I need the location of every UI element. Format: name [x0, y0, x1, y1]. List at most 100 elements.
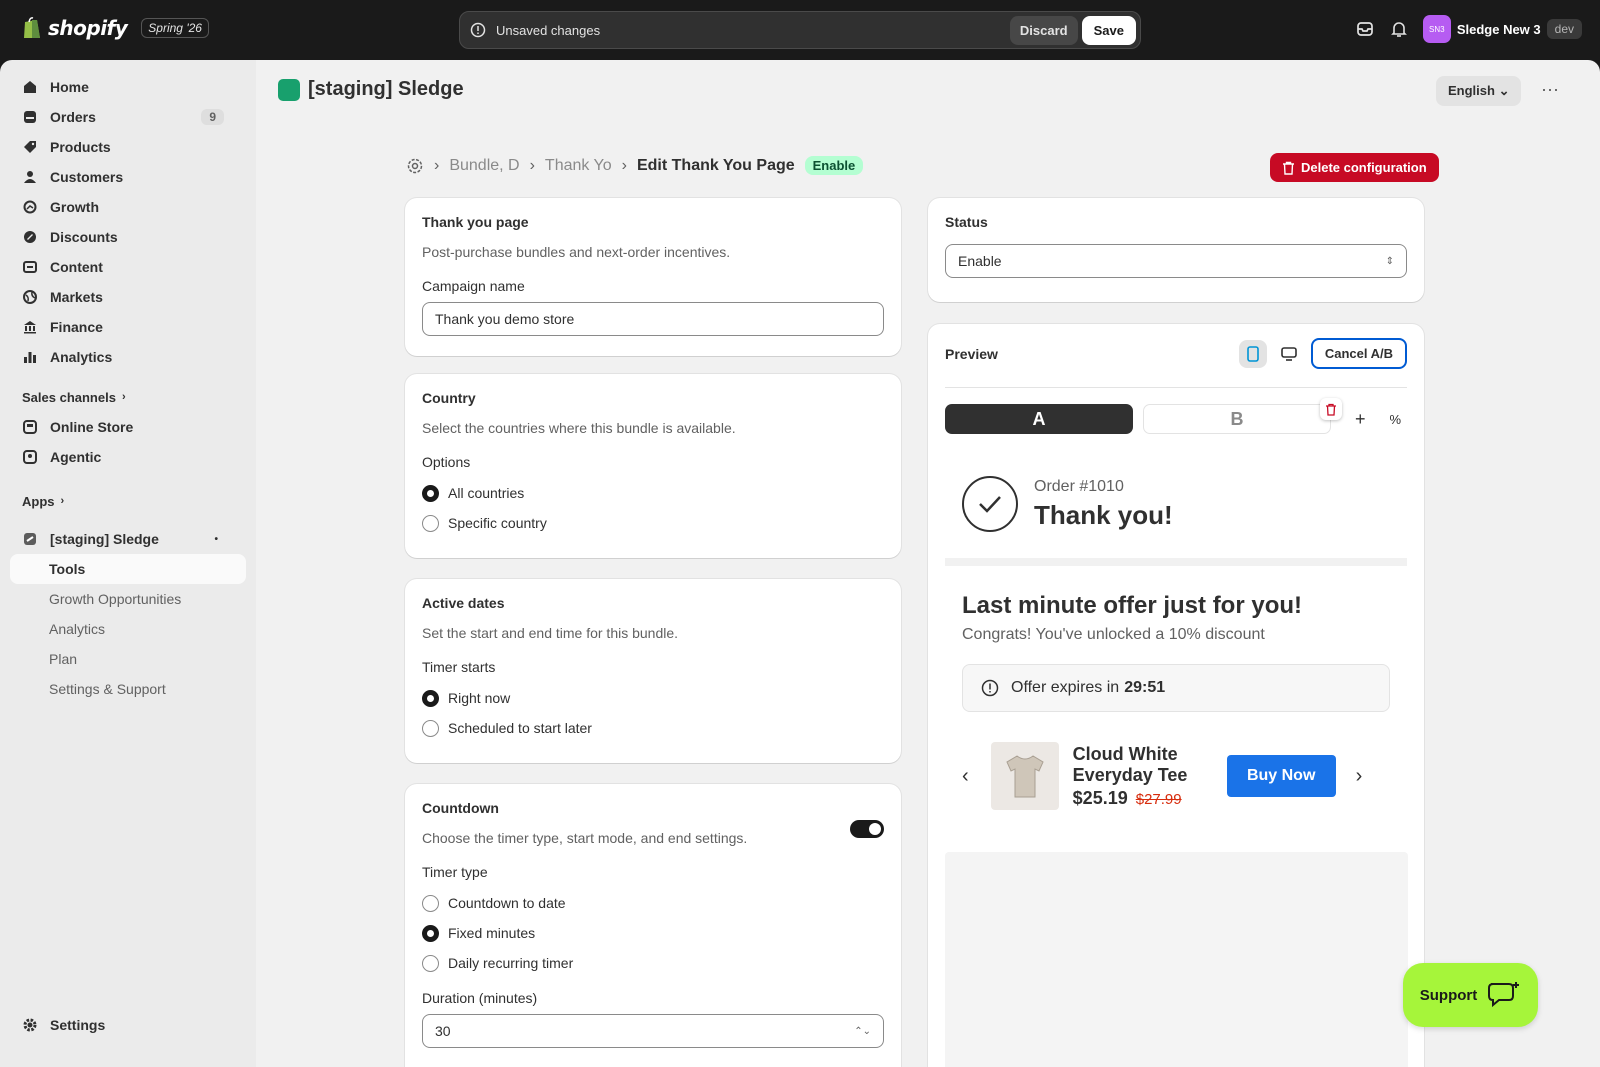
radio-scheduled[interactable]: Scheduled to start later — [422, 713, 884, 743]
radio-selected[interactable] — [422, 484, 439, 502]
card-title: Country — [422, 390, 476, 406]
content-icon — [22, 259, 38, 275]
sidebar-item-settings[interactable]: Settings — [0, 1010, 256, 1040]
language-select[interactable]: English ⌄ — [1436, 76, 1522, 106]
sidebar-subitem-growth-opportunities[interactable]: Growth Opportunities — [0, 584, 256, 614]
more-actions-icon[interactable]: ⋯ — [1541, 80, 1559, 101]
sales-channels-header[interactable]: Sales channels › — [0, 382, 256, 412]
inbox-icon[interactable] — [1355, 19, 1375, 39]
chevron-right-icon: › — [434, 156, 440, 174]
trash-icon — [1326, 403, 1336, 416]
radio-fixed-minutes[interactable]: Fixed minutes — [422, 918, 884, 948]
sidebar-item-label: Content — [50, 259, 103, 275]
radio-selected[interactable] — [422, 689, 439, 707]
stepper-arrows-icon[interactable]: ⌃⌄ — [854, 1026, 871, 1037]
order-confirmation: Order #1010 Thank you! — [962, 476, 1407, 532]
sidebar-item-label: Customers — [50, 169, 124, 185]
sidebar-subitem-analytics[interactable]: Analytics — [0, 614, 256, 644]
divider — [945, 558, 1407, 566]
variant-b-tab[interactable]: B — [1143, 404, 1331, 434]
sidebar-item-analytics[interactable]: Analytics — [0, 342, 256, 372]
save-button[interactable]: Save — [1081, 15, 1136, 45]
chevron-right-icon[interactable]: › — [1356, 765, 1363, 788]
split-percent-icon[interactable]: % — [1390, 412, 1402, 427]
variant-a-tab[interactable]: A — [945, 404, 1133, 434]
sidebar-item-content[interactable]: Content — [0, 252, 256, 282]
bell-icon[interactable] — [1389, 19, 1409, 39]
sidebar: Home Orders 9 Products Customers Growth D… — [0, 60, 256, 1067]
chat-bubbles-icon — [1488, 982, 1520, 1008]
sidebar-item-growth[interactable]: Growth — [0, 192, 256, 222]
bank-icon — [22, 319, 38, 335]
mobile-view-button[interactable] — [1238, 339, 1267, 368]
chevron-right-icon: › — [60, 495, 65, 507]
sidebar-item-discounts[interactable]: Discounts — [0, 222, 256, 252]
product-image — [990, 742, 1059, 810]
delete-configuration-button[interactable]: Delete configuration — [1270, 153, 1439, 182]
campaign-name-field[interactable]: Thank you demo store — [422, 302, 884, 336]
buy-now-button[interactable]: Buy Now — [1226, 755, 1336, 797]
sidebar-item-orders[interactable]: Orders 9 — [0, 102, 256, 132]
radio-unselected[interactable] — [422, 514, 439, 532]
app-title-text: [staging] Sledge — [308, 78, 464, 100]
card-title: Thank you page — [422, 214, 529, 230]
radio-all-countries[interactable]: All countries — [422, 478, 884, 508]
status-card: Status Enable ⇕ — [928, 198, 1424, 302]
sidebar-item-finance[interactable]: Finance — [0, 312, 256, 342]
delete-variant-button[interactable] — [1320, 398, 1342, 420]
sidebar-item-markets[interactable]: Markets — [0, 282, 256, 312]
radio-right-now[interactable]: Right now — [422, 683, 884, 713]
cancel-ab-button[interactable]: Cancel A/B — [1310, 338, 1407, 369]
home-icon — [22, 79, 38, 95]
product-offer: ‹ Cloud White Everyday Tee $25.19 $27.99 … — [962, 742, 1407, 810]
chevron-right-icon: › — [121, 391, 126, 403]
shopify-logo[interactable]: shopify Spring '26 — [22, 16, 209, 40]
sidebar-item-customers[interactable]: Customers — [0, 162, 256, 192]
breadcrumb-thank-you[interactable]: Thank Yo — [545, 157, 612, 175]
sidebar-item-agentic[interactable]: Agentic — [0, 442, 256, 472]
sidebar-item-products[interactable]: Products — [0, 132, 256, 162]
radio-countdown-to-date[interactable]: Countdown to date — [422, 888, 884, 918]
settings-icon[interactable] — [406, 157, 424, 175]
duration-stepper[interactable]: 30 ⌃⌄ — [422, 1014, 884, 1048]
shopify-bag-icon — [24, 17, 40, 38]
offer-subtitle: Congrats! You've unlocked a 10% discount — [962, 626, 1265, 643]
breadcrumb-bundle[interactable]: Bundle, D — [449, 157, 519, 175]
offer-title: Last minute offer just for you! — [962, 592, 1303, 619]
gear-icon — [22, 1017, 38, 1033]
sidebar-subitem-tools[interactable]: Tools — [10, 554, 246, 584]
preview-header: Preview Cancel A/B — [945, 338, 1407, 388]
env-badge: dev — [1546, 19, 1582, 39]
sidebar-subitem-settings-support[interactable]: Settings & Support — [0, 674, 256, 704]
timer-label: Offer expires in — [1011, 679, 1120, 696]
radio-unselected[interactable] — [422, 719, 439, 737]
product-price: $25.19 — [1072, 787, 1128, 808]
support-button[interactable]: Support — [1403, 963, 1538, 1027]
add-variant-icon[interactable]: + — [1355, 409, 1366, 430]
radio-daily-recurring[interactable]: Daily recurring timer — [422, 948, 884, 978]
brand-wordmark: shopify — [48, 16, 128, 40]
orders-icon — [22, 109, 38, 125]
tshirt-icon — [1006, 755, 1044, 798]
chevron-left-icon[interactable]: ‹ — [962, 765, 969, 788]
countdown-toggle[interactable] — [850, 820, 884, 838]
sidebar-item-staging-sledge[interactable]: [staging] Sledge • — [0, 524, 256, 554]
apps-header[interactable]: Apps › — [0, 486, 256, 516]
radio-specific-country[interactable]: Specific country — [422, 508, 884, 538]
sidebar-item-online-store[interactable]: Online Store — [0, 412, 256, 442]
store-name: Sledge New 3 — [1456, 21, 1541, 37]
discard-button[interactable]: Discard — [1009, 15, 1078, 45]
status-select[interactable]: Enable ⇕ — [945, 244, 1407, 278]
radio-unselected[interactable] — [422, 954, 439, 972]
sidebar-item-home[interactable]: Home — [0, 72, 256, 102]
sidebar-subitem-plan[interactable]: Plan — [0, 644, 256, 674]
radio-label: All countries — [448, 485, 525, 501]
sidebar-item-label: Products — [50, 139, 111, 155]
alert-circle-icon — [981, 679, 999, 697]
active-dates-card: Active dates Set the start and end time … — [405, 579, 901, 763]
sidebar-item-label: Orders — [50, 109, 96, 125]
account-menu[interactable]: SN3 Sledge New 3 dev — [1422, 15, 1582, 43]
desktop-view-button[interactable] — [1275, 340, 1303, 368]
radio-unselected[interactable] — [422, 894, 439, 912]
radio-selected[interactable] — [422, 924, 439, 942]
